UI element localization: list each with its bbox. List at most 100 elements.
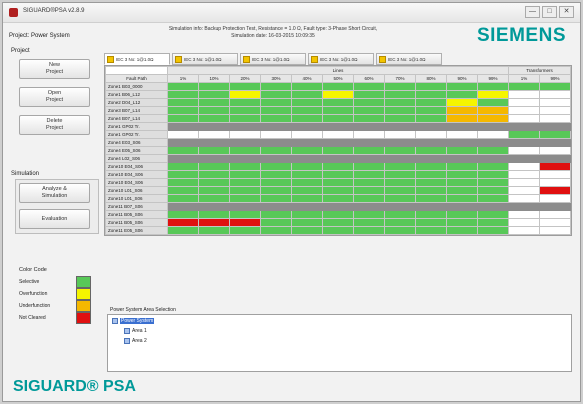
result-cell[interactable] [508, 82, 540, 91]
tab-simulation-1[interactable]: IEC 3 No: 1@1.0Ω [104, 53, 170, 65]
result-cell[interactable] [229, 170, 261, 179]
tree-node-area-2[interactable]: Area 2 [124, 338, 147, 344]
result-cell[interactable] [446, 194, 478, 203]
result-cell[interactable] [539, 114, 571, 123]
result-cell[interactable] [260, 90, 292, 99]
result-cell[interactable] [415, 218, 447, 227]
result-cell[interactable] [415, 106, 447, 115]
result-cell[interactable] [477, 130, 509, 139]
result-cell[interactable] [229, 122, 261, 131]
result-cell[interactable] [446, 170, 478, 179]
result-cell[interactable] [353, 210, 385, 219]
result-cell[interactable] [353, 218, 385, 227]
result-cell[interactable] [477, 106, 509, 115]
result-cell[interactable] [260, 170, 292, 179]
result-cell[interactable] [260, 114, 292, 123]
result-cell[interactable] [167, 130, 199, 139]
result-cell[interactable] [446, 114, 478, 123]
tab-simulation-3[interactable]: IEC 3 No: 1@1.0Ω [240, 53, 306, 65]
result-cell[interactable] [322, 202, 354, 211]
result-cell[interactable] [415, 90, 447, 99]
result-cell[interactable] [291, 122, 323, 131]
result-cell[interactable] [198, 202, 230, 211]
result-cell[interactable] [508, 218, 540, 227]
result-cell[interactable] [353, 138, 385, 147]
result-cell[interactable] [198, 90, 230, 99]
result-cell[interactable] [291, 170, 323, 179]
result-cell[interactable] [539, 194, 571, 203]
result-cell[interactable] [322, 130, 354, 139]
result-cell[interactable] [415, 178, 447, 187]
result-cell[interactable] [477, 162, 509, 171]
result-cell[interactable] [508, 90, 540, 99]
result-cell[interactable] [229, 90, 261, 99]
result-cell[interactable] [291, 202, 323, 211]
result-cell[interactable] [353, 106, 385, 115]
result-cell[interactable] [446, 82, 478, 91]
open-project-button[interactable]: Open Project [19, 87, 90, 107]
result-cell[interactable] [167, 162, 199, 171]
result-cell[interactable] [167, 146, 199, 155]
result-cell[interactable] [291, 226, 323, 235]
result-cell[interactable] [260, 178, 292, 187]
result-cell[interactable] [353, 162, 385, 171]
result-cell[interactable] [477, 146, 509, 155]
result-cell[interactable] [446, 90, 478, 99]
result-cell[interactable] [291, 106, 323, 115]
result-cell[interactable] [446, 218, 478, 227]
result-cell[interactable] [353, 146, 385, 155]
result-cell[interactable] [446, 202, 478, 211]
result-cell[interactable] [539, 138, 571, 147]
result-cell[interactable] [508, 106, 540, 115]
result-cell[interactable] [260, 218, 292, 227]
result-cell[interactable] [229, 210, 261, 219]
result-cell[interactable] [198, 82, 230, 91]
result-cell[interactable] [508, 146, 540, 155]
close-button[interactable]: ✕ [559, 6, 574, 18]
result-cell[interactable] [229, 154, 261, 163]
result-cell[interactable] [415, 138, 447, 147]
result-cell[interactable] [229, 162, 261, 171]
result-cell[interactable] [291, 162, 323, 171]
result-cell[interactable] [446, 162, 478, 171]
result-cell[interactable] [353, 226, 385, 235]
result-cell[interactable] [291, 114, 323, 123]
result-cell[interactable] [353, 114, 385, 123]
result-cell[interactable] [322, 90, 354, 99]
result-cell[interactable] [446, 130, 478, 139]
result-cell[interactable] [446, 186, 478, 195]
result-cell[interactable] [198, 146, 230, 155]
result-cell[interactable] [353, 130, 385, 139]
result-cell[interactable] [291, 178, 323, 187]
result-cell[interactable] [167, 98, 199, 107]
result-cell[interactable] [322, 210, 354, 219]
result-cell[interactable] [539, 162, 571, 171]
result-cell[interactable] [291, 154, 323, 163]
result-cell[interactable] [260, 186, 292, 195]
result-cell[interactable] [291, 186, 323, 195]
result-cell[interactable] [229, 202, 261, 211]
result-cell[interactable] [353, 122, 385, 131]
result-cell[interactable] [167, 138, 199, 147]
result-cell[interactable] [415, 186, 447, 195]
result-cell[interactable] [260, 138, 292, 147]
result-cell[interactable] [477, 122, 509, 131]
result-cell[interactable] [260, 202, 292, 211]
tree-node-power-system[interactable]: Power System [112, 318, 155, 324]
result-cell[interactable] [322, 114, 354, 123]
result-cell[interactable] [384, 154, 416, 163]
result-cell[interactable] [322, 146, 354, 155]
result-cell[interactable] [477, 210, 509, 219]
result-cell[interactable] [229, 218, 261, 227]
result-cell[interactable] [446, 226, 478, 235]
result-cell[interactable] [415, 194, 447, 203]
result-cell[interactable] [539, 122, 571, 131]
result-cell[interactable] [322, 98, 354, 107]
result-cell[interactable] [322, 170, 354, 179]
result-cell[interactable] [508, 194, 540, 203]
result-cell[interactable] [198, 98, 230, 107]
result-cell[interactable] [508, 226, 540, 235]
result-cell[interactable] [384, 162, 416, 171]
result-cell[interactable] [384, 138, 416, 147]
result-cell[interactable] [508, 138, 540, 147]
